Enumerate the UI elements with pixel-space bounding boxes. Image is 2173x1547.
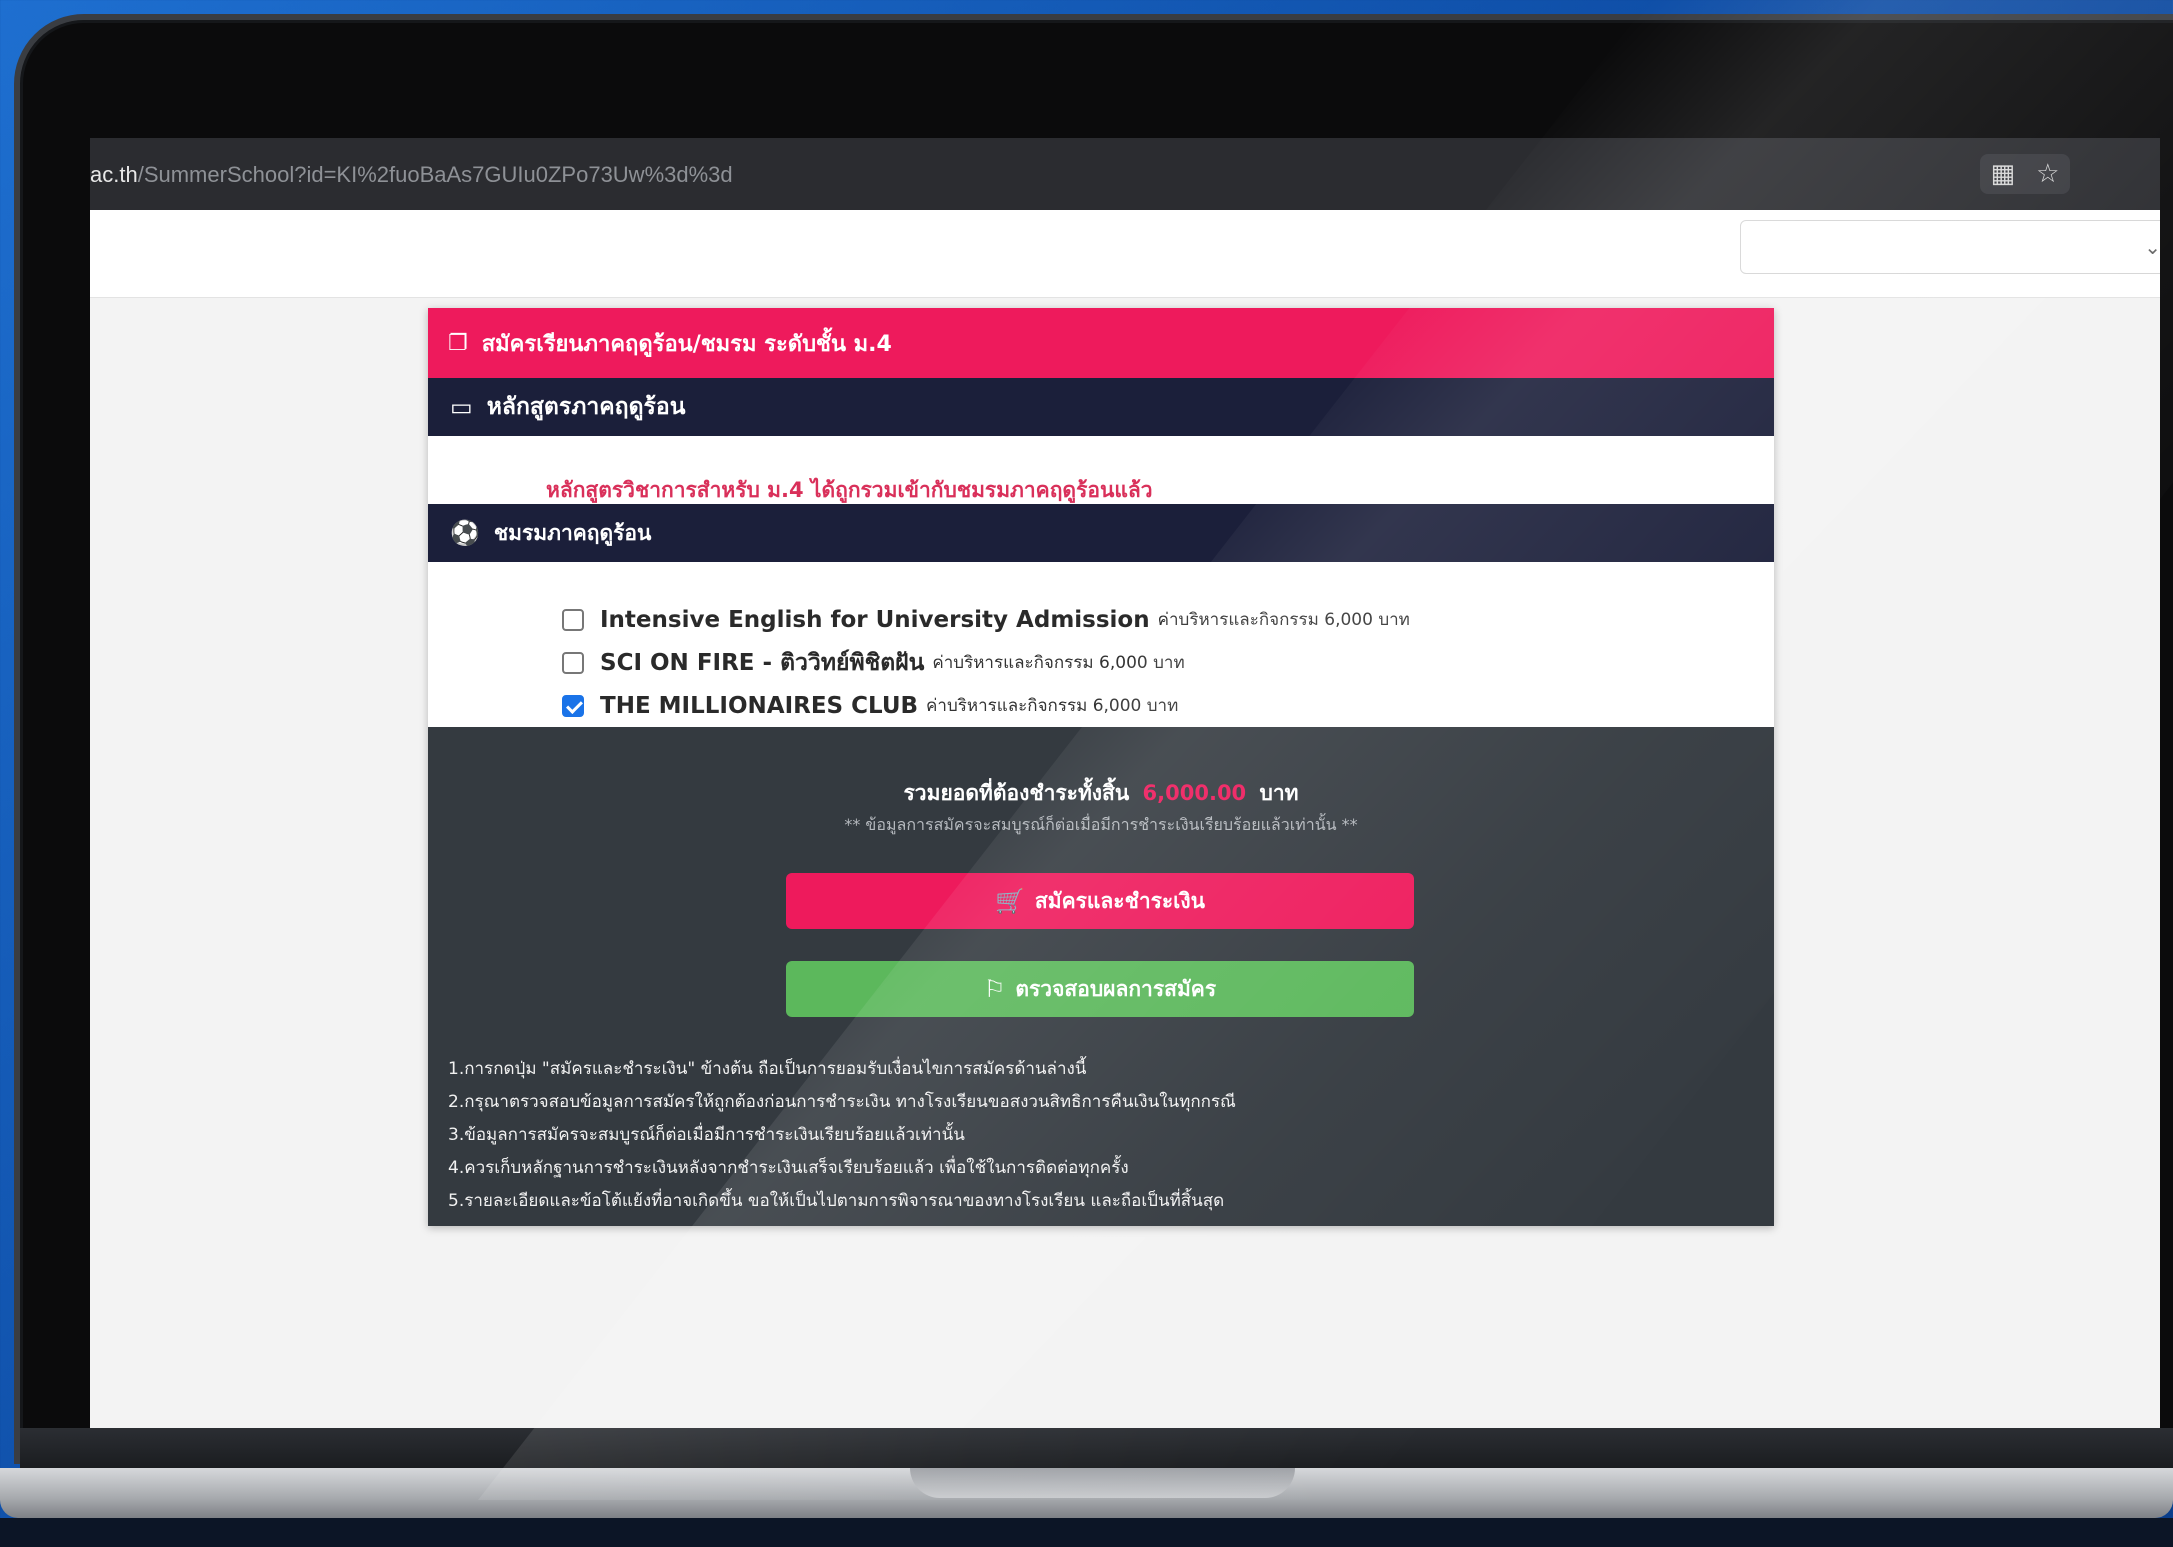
chevron-down-icon: ⌄ [2144, 235, 2160, 259]
url-text[interactable]: ac.th/SummerSchool?id=KI%2fuoBaAs7GUIu0Z… [90, 162, 733, 188]
terms-list: 1.การกดปุ่ม "สมัครและชำระเงิน" ข้างต้น ถ… [448, 1053, 1236, 1218]
course-section-title: หลักสูตรภาคฤดูร้อน [486, 394, 686, 420]
terms-item: 5.รายละเอียดและข้อโต้แย้งที่อาจเกิดขึ้น … [448, 1191, 1225, 1211]
bookmark-star-icon[interactable]: ☆ [2036, 159, 2059, 189]
soccer-ball-icon: ⚽ [450, 519, 480, 547]
club-option-sci-on-fire[interactable]: SCI ON FIRE - ติววิทย์พิชิตฝัน ค่าบริหาร… [428, 641, 1774, 684]
terms-item: 3.ข้อมูลการสมัครจะสมบูรณ์ก็ต่อเมื่อมีการ… [448, 1125, 965, 1145]
register-and-pay-button[interactable]: 🛒 สมัครและชำระเงิน [786, 873, 1414, 929]
total-amount: 6,000.00 [1142, 781, 1247, 805]
total-unit: บาท [1259, 781, 1299, 805]
club-name: SCI ON FIRE - ติววิทย์พิชิตฝัน [600, 649, 925, 676]
total-note: ** ข้อมูลการสมัครจะสมบูรณ์ก็ต่อเมื่อมีกา… [844, 815, 1358, 834]
registration-form-card: ❐ สมัครเรียนภาคฤดูร้อน/ชมรม ระดับชั้น ม.… [428, 308, 1774, 1226]
course-section-bar: ▭ หลักสูตรภาคฤดูร้อน [428, 378, 1774, 436]
clubs-section-title: ชมรมภาคฤดูร้อน [493, 520, 652, 545]
club-checkbox-checked[interactable] [562, 694, 584, 717]
copy-documents-icon: ❐ [448, 330, 468, 356]
flag-icon: ⚐ [983, 975, 1006, 1003]
club-fee: ค่าบริหารและกิจกรรม 6,000 บาท [926, 696, 1179, 716]
check-button-label: ตรวจสอบผลการสมัคร [1015, 976, 1217, 1001]
club-name: Intensive English for University Admissi… [600, 606, 1150, 633]
laptop-icon: ▭ [450, 393, 473, 421]
form-header-title: สมัครเรียนภาคฤดูร้อน/ชมรม ระดับชั้น ม.4 [481, 331, 892, 357]
nav-select-dropdown[interactable]: ⌄ [1740, 220, 2160, 274]
club-option-millionaires[interactable]: THE MILLIONAIRES CLUB ค่าบริหารและกิจกรร… [428, 684, 1774, 727]
check-registration-button[interactable]: ⚐ ตรวจสอบผลการสมัคร [786, 961, 1414, 1017]
club-name: THE MILLIONAIRES CLUB [600, 692, 919, 719]
browser-action-icons: ▦ ☆ [1980, 154, 2070, 194]
course-note-row: หลักสูตรวิชาการสำหรับ ม.4 ได้ถูกรวมเข้าก… [428, 436, 1774, 504]
form-header: ❐ สมัครเรียนภาคฤดูร้อน/ชมรม ระดับชั้น ม.… [428, 308, 1774, 378]
terms-item: 1.การกดปุ่ม "สมัครและชำระเงิน" ข้างต้น ถ… [448, 1059, 1087, 1079]
clubs-list: Intensive English for University Admissi… [428, 562, 1774, 727]
laptop-bezel-bottom [20, 1428, 2173, 1470]
course-note-text: หลักสูตรวิชาการสำหรับ ม.4 ได้ถูกรวมเข้าก… [546, 478, 1153, 502]
club-option-english[interactable]: Intensive English for University Admissi… [428, 598, 1774, 641]
total-label: รวมยอดที่ต้องชำระทั้งสิ้น [903, 781, 1130, 805]
club-checkbox[interactable] [562, 651, 584, 674]
club-fee: ค่าบริหารและกิจกรรม 6,000 บาท [932, 653, 1185, 673]
reader-mode-icon[interactable]: ▦ [1991, 159, 2016, 189]
shopping-cart-icon: 🛒 [995, 887, 1025, 915]
total-line: รวมยอดที่ต้องชำระทั้งสิ้น 6,000.00 บาท [428, 777, 1774, 810]
terms-item: 2.กรุณาตรวจสอบข้อมูลการสมัครให้ถูกต้องก่… [448, 1092, 1236, 1112]
club-fee: ค่าบริหารและกิจกรรม 6,000 บาท [1157, 610, 1410, 630]
laptop-hinge-notch [910, 1468, 1295, 1498]
address-bar[interactable]: ac.th/SummerSchool?id=KI%2fuoBaAs7GUIu0Z… [90, 138, 2160, 210]
clubs-section-bar: ⚽ ชมรมภาคฤดูร้อน [428, 504, 1774, 562]
background-floor [0, 1518, 2173, 1547]
terms-item: 4.ควรเก็บหลักฐานการชำระเงินหลังจากชำระเง… [448, 1158, 1129, 1178]
site-top-nav: ⌄ [90, 210, 2160, 298]
pay-button-label: สมัครและชำระเงิน [1034, 888, 1205, 913]
club-checkbox[interactable] [562, 608, 584, 631]
payment-summary-panel: รวมยอดที่ต้องชำระทั้งสิ้น 6,000.00 บาท *… [428, 727, 1774, 1226]
